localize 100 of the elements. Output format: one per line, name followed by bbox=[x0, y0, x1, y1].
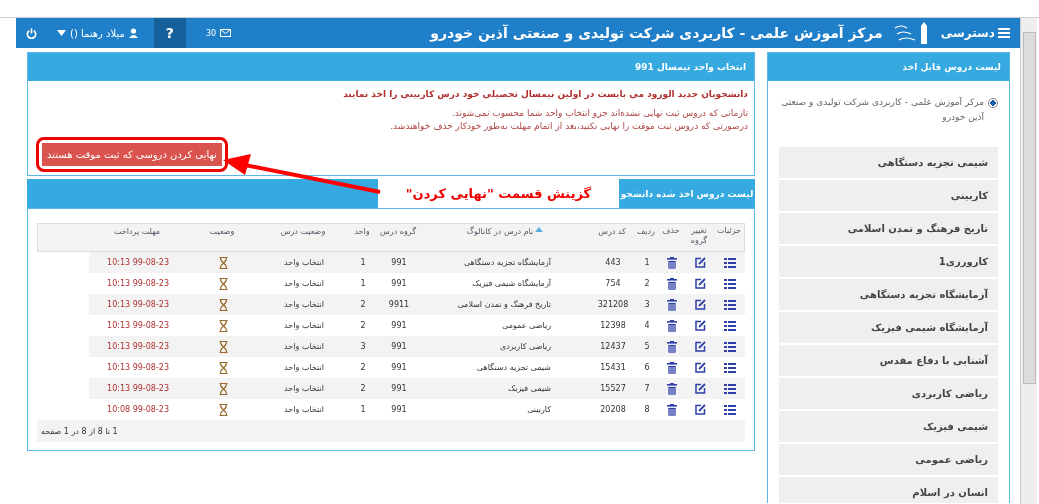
column-header: واحد bbox=[353, 226, 371, 238]
table-cell: شیمی فیزیک bbox=[421, 378, 591, 399]
menu-icon bbox=[998, 28, 1010, 38]
sort-arrow-icon bbox=[535, 227, 544, 232]
trash-icon[interactable] bbox=[667, 340, 677, 353]
table-cell-text: ریاضی عمومی bbox=[501, 320, 552, 332]
column-header: نام درس در کاتالوگ bbox=[420, 224, 590, 251]
trash-icon[interactable] bbox=[667, 319, 677, 332]
table-cell-text: 8 bbox=[643, 404, 651, 416]
pagination-text: 1 تا 8 از 8 در 1 صفحه bbox=[41, 426, 118, 436]
edit-icon[interactable] bbox=[694, 362, 706, 373]
details-icon[interactable] bbox=[724, 404, 736, 415]
trash-icon[interactable] bbox=[667, 256, 677, 269]
table-cell-text: شیمی تجزیه دستگاهی bbox=[475, 362, 552, 374]
table-cell-text: انتخاب واحد bbox=[283, 320, 325, 332]
table-cell-text: 991 bbox=[390, 278, 408, 290]
table-cell: ریاضی کاربردی bbox=[421, 336, 591, 357]
course-list-item[interactable]: تاریخ فرهنگ و تمدن اسلامی bbox=[779, 213, 998, 244]
course-list-item[interactable]: شیمی تجزیه دستگاهی bbox=[779, 147, 998, 178]
hourglass-icon bbox=[218, 340, 228, 353]
hourglass-icon bbox=[218, 382, 228, 395]
table-cell-text: 99-08-23 10:13 bbox=[106, 362, 170, 374]
column-header: وضعیت bbox=[208, 226, 236, 238]
table-cell: 2 bbox=[349, 378, 377, 399]
table-cell-text: 99-08-23 10:13 bbox=[106, 278, 170, 290]
messages-button[interactable]: 30 bbox=[191, 18, 246, 48]
edit-icon[interactable] bbox=[694, 278, 706, 289]
course-list-item[interactable]: کاربینی bbox=[779, 180, 998, 211]
details-icon[interactable] bbox=[724, 383, 736, 394]
course-list-item[interactable]: آزمایشگاه تجزیه دستگاهی bbox=[779, 279, 998, 310]
table-cell: انتخاب واحد bbox=[259, 294, 349, 315]
table-cell-text: آزمایشگاه شیمی فیزیک bbox=[471, 278, 552, 290]
panel-title: انتخاب واحد نیمسال 991 bbox=[634, 62, 746, 72]
course-list-item[interactable]: آشنایی با دفاع مقدس bbox=[779, 345, 998, 376]
details-icon[interactable] bbox=[724, 278, 736, 289]
radio-button[interactable] bbox=[988, 98, 998, 108]
table-cell-text: 2 bbox=[359, 320, 367, 332]
trash-icon[interactable] bbox=[667, 403, 677, 416]
table-cell-text: انتخاب واحد bbox=[283, 404, 325, 416]
details-icon[interactable] bbox=[724, 320, 736, 331]
trash-icon[interactable] bbox=[667, 298, 677, 311]
table-cell-text: 20208 bbox=[599, 404, 627, 416]
course-list-item[interactable]: انسان در اسلام bbox=[779, 477, 998, 503]
edit-icon[interactable] bbox=[694, 299, 706, 310]
hourglass-icon bbox=[218, 277, 228, 290]
panel-title: لیست دروس قابل اخذ bbox=[902, 62, 1001, 72]
table-cell-text: 99-08-23 10:08 bbox=[106, 404, 170, 416]
table-cell: تاریخ فرهنگ و تمدن اسلامی bbox=[421, 294, 591, 315]
table-cell-text: 15431 bbox=[599, 362, 627, 374]
finalize-button[interactable]: نهایی کردن دروسی که ثبت موقت هستند bbox=[42, 143, 222, 166]
table-cell-text: 2 bbox=[643, 278, 651, 290]
power-icon bbox=[26, 27, 37, 39]
help-button[interactable]: ? bbox=[153, 18, 186, 48]
table-cell: آزمایشگاه تجزیه دستگاهی bbox=[421, 252, 591, 273]
table-cell: 3 bbox=[635, 294, 659, 315]
course-list-item[interactable]: ریاضی عمومی bbox=[779, 444, 998, 475]
annotation-text: گزینش قسمت "نهایی کردن" bbox=[404, 185, 593, 203]
edit-icon[interactable] bbox=[694, 404, 706, 415]
table-cell: 15527 bbox=[591, 378, 635, 399]
trash-icon[interactable] bbox=[667, 277, 677, 290]
trash-icon[interactable] bbox=[667, 382, 677, 395]
user-menu-button[interactable]: میلاد رهنما () bbox=[47, 18, 148, 48]
edit-icon[interactable] bbox=[694, 320, 706, 331]
center-radio-option[interactable]: مرکز آموزش علمی - کاربردی شرکت تولیدی و صنعتی آذین خودرو bbox=[779, 95, 998, 125]
table-cell: انتخاب واحد bbox=[259, 378, 349, 399]
table-cell: 991 bbox=[377, 252, 421, 273]
note-text: درصورتی که دروس ثبت موقت را نهایی نکنید،بعد از اتمام مهلت به‌طور خودکار حذف خواهندشد. bbox=[389, 120, 748, 133]
table-cell: 99-08-23 10:13 bbox=[89, 336, 187, 357]
edit-icon[interactable] bbox=[694, 341, 706, 352]
table-cell-text: 991 bbox=[390, 362, 408, 374]
table-cell: 99-08-23 10:13 bbox=[89, 294, 187, 315]
table-cell-text: 1 bbox=[359, 404, 367, 416]
details-icon[interactable] bbox=[724, 341, 736, 352]
table-cell: 1 bbox=[349, 252, 377, 273]
user-icon bbox=[128, 28, 138, 38]
column-header: جزئیات bbox=[716, 225, 742, 237]
column-header: کد درس bbox=[597, 226, 627, 238]
edit-icon[interactable] bbox=[694, 257, 706, 268]
column-header: ردیف bbox=[636, 226, 656, 238]
table-cell-text: 6 bbox=[643, 362, 651, 374]
table-cell-text: 754 bbox=[604, 278, 622, 290]
trash-icon[interactable] bbox=[667, 361, 677, 374]
table-cell-text: 4 bbox=[643, 320, 651, 332]
mail-icon bbox=[220, 29, 232, 37]
hourglass-icon bbox=[218, 403, 228, 416]
table-cell: 99-08-23 10:13 bbox=[89, 252, 187, 273]
hourglass-icon bbox=[218, 361, 228, 374]
course-list-item[interactable]: ریاضی کاربردی bbox=[779, 378, 998, 409]
table-cell-text: 1 bbox=[359, 278, 367, 290]
details-icon[interactable] bbox=[724, 299, 736, 310]
course-list-item[interactable]: کارورزی1 bbox=[779, 246, 998, 277]
edit-icon[interactable] bbox=[694, 383, 706, 394]
details-icon[interactable] bbox=[724, 257, 736, 268]
course-list-item[interactable]: آزمایشگاه شیمی فیزیک bbox=[779, 312, 998, 343]
course-list-item[interactable]: شیمی فیزیک bbox=[779, 411, 998, 442]
details-icon[interactable] bbox=[724, 362, 736, 373]
menu-button[interactable]: دسترسی bbox=[940, 26, 1010, 40]
table-cell: 1 bbox=[635, 252, 659, 273]
hourglass-icon bbox=[218, 256, 228, 269]
scrollbar[interactable] bbox=[1020, 18, 1037, 504]
